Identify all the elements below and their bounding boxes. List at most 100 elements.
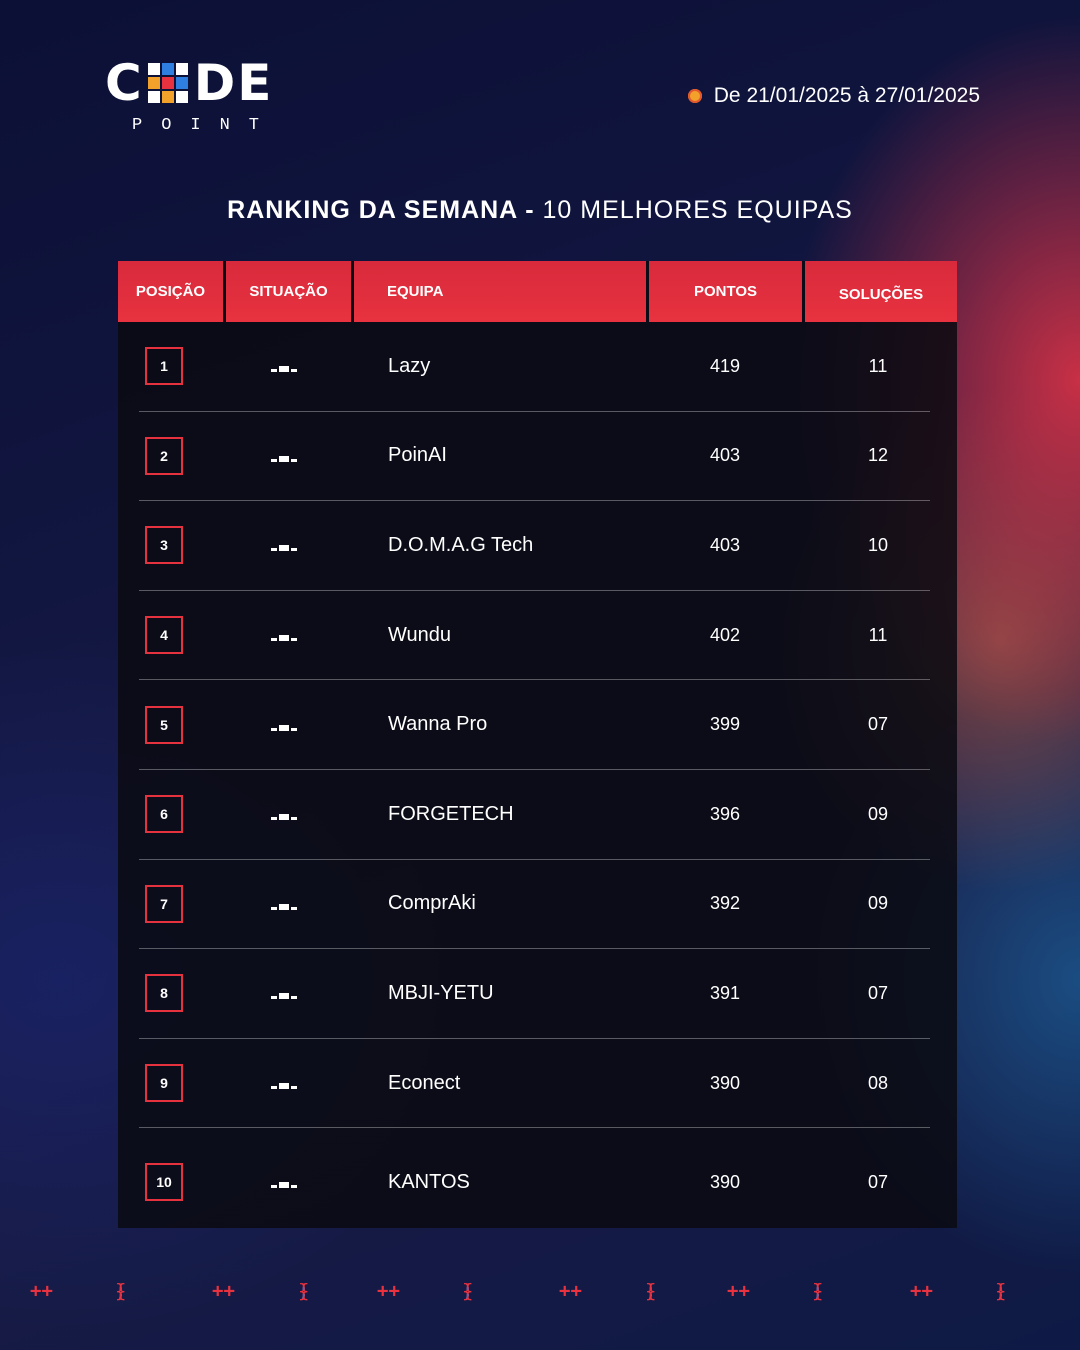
team-points: 392 bbox=[709, 893, 741, 914]
footer-decoration: ++{;} ++{;} ++{;} ++{;} ++{;} ++{;} bbox=[0, 1280, 1080, 1310]
team-solutions: 12 bbox=[867, 445, 889, 466]
logo-pixel bbox=[175, 77, 188, 89]
logo-pixel-grid-icon bbox=[147, 63, 188, 103]
team-name: Wundu bbox=[388, 623, 452, 646]
team-points: 390 bbox=[709, 1171, 741, 1192]
unchanged-icon bbox=[271, 720, 297, 731]
team-name: D.O.M.A.G Tech bbox=[388, 533, 534, 556]
logo-pixel bbox=[147, 91, 160, 103]
team-points: 403 bbox=[709, 445, 741, 466]
unchanged-icon bbox=[271, 988, 297, 1000]
position-badge: 2 bbox=[145, 436, 183, 475]
unchanged-icon bbox=[271, 899, 297, 910]
plus-plus-icon: ++ bbox=[212, 1280, 235, 1302]
table-row: 8 MBJI-YETU 391 07 bbox=[139, 949, 930, 1039]
unchanged-icon bbox=[271, 630, 297, 642]
logo-letters-de: DE bbox=[193, 54, 274, 112]
column-header-team: EQUIPA bbox=[354, 261, 646, 322]
page-title-strong: RANKING DA SEMANA - bbox=[227, 196, 543, 224]
table-row: 2 PoinAI 403 12 bbox=[139, 412, 930, 502]
position-badge: 5 bbox=[145, 705, 183, 744]
brace-close: } bbox=[645, 1280, 657, 1302]
brand-logo: C DE POINT bbox=[105, 58, 285, 138]
plus-plus-icon: ++ bbox=[377, 1280, 400, 1302]
team-solutions: 09 bbox=[867, 893, 889, 914]
page-title: RANKING DA SEMANA - 10 MELHORES EQUIPAS bbox=[0, 196, 1080, 225]
column-header-status: SITUAÇÃO bbox=[226, 261, 351, 322]
team-points: 391 bbox=[709, 982, 741, 1003]
table-row: 5 Wanna Pro 399 07 bbox=[139, 680, 930, 770]
column-header-points: PONTOS bbox=[649, 261, 802, 322]
position-badge: 3 bbox=[145, 526, 183, 565]
team-solutions: 11 bbox=[868, 355, 888, 376]
team-name: Lazy bbox=[388, 354, 431, 377]
position-badge: 10 bbox=[145, 1163, 183, 1202]
unchanged-icon bbox=[271, 540, 297, 552]
page-title-light: 10 MELHORES EQUIPAS bbox=[542, 196, 853, 224]
table-row: 7 ComprAki 392 09 bbox=[139, 860, 930, 950]
team-name: FORGETECH bbox=[388, 802, 514, 825]
brace-close: } bbox=[115, 1280, 127, 1302]
team-solutions: 07 bbox=[867, 1171, 889, 1192]
team-points: 399 bbox=[709, 714, 741, 735]
table-row: 1 Lazy 419 11 bbox=[139, 322, 930, 412]
team-points: 396 bbox=[709, 803, 741, 824]
logo-subtitle: POINT bbox=[132, 116, 279, 135]
date-range: De 21/01/2025 à 27/01/2025 bbox=[687, 84, 980, 108]
logo-wordmark: C DE bbox=[105, 58, 285, 108]
logo-pixel bbox=[161, 91, 174, 103]
team-name: MBJI-YETU bbox=[388, 981, 494, 1004]
logo-pixel bbox=[147, 63, 160, 75]
logo-pixel bbox=[175, 91, 188, 103]
table-body: 1 Lazy 419 11 2 PoinAI 403 12 3 D.O.M.A.G Tech 403… bbox=[139, 322, 930, 1236]
brace-close: } bbox=[995, 1280, 1007, 1302]
team-solutions: 09 bbox=[867, 803, 889, 824]
ranking-table: POSIÇÃO SITUAÇÃO EQUIPA PONTOS SOLUÇÕES … bbox=[118, 261, 957, 1228]
brace-close: } bbox=[462, 1280, 474, 1302]
table-row: 3 D.O.M.A.G Tech 403 10 bbox=[139, 501, 930, 591]
team-points: 402 bbox=[709, 624, 741, 645]
table-row: 4 Wundu 402 11 bbox=[139, 591, 930, 681]
unchanged-icon bbox=[271, 361, 297, 373]
logo-pixel bbox=[161, 63, 174, 75]
position-badge: 4 bbox=[145, 616, 183, 655]
date-range-text: De 21/01/2025 à 27/01/2025 bbox=[713, 84, 980, 107]
team-solutions: 07 bbox=[867, 982, 889, 1003]
logo-pixel bbox=[161, 77, 174, 89]
position-badge: 8 bbox=[145, 974, 183, 1013]
position-badge: 1 bbox=[145, 347, 183, 386]
table-header: POSIÇÃO SITUAÇÃO EQUIPA PONTOS SOLUÇÕES bbox=[118, 261, 957, 322]
column-header-solutions: SOLUÇÕES bbox=[805, 261, 957, 322]
logo-pixel bbox=[147, 77, 160, 89]
team-name: ComprAki bbox=[388, 892, 476, 915]
unchanged-icon bbox=[271, 451, 297, 462]
team-points: 390 bbox=[709, 1072, 741, 1093]
logo-pixel bbox=[175, 63, 188, 75]
team-name: Econect bbox=[388, 1071, 461, 1094]
position-badge: 9 bbox=[145, 1064, 183, 1103]
brace-close: } bbox=[298, 1280, 310, 1302]
column-header-position: POSIÇÃO bbox=[118, 261, 223, 322]
logo-letter-c: C bbox=[105, 54, 144, 112]
brace-close: } bbox=[812, 1280, 824, 1302]
plus-plus-icon: ++ bbox=[559, 1280, 582, 1302]
team-name: Wanna Pro bbox=[388, 713, 488, 736]
unchanged-icon bbox=[271, 1177, 297, 1189]
team-name: PoinAI bbox=[388, 444, 447, 467]
table-row: 10 KANTOS 390 07 bbox=[139, 1128, 930, 1236]
team-points: 419 bbox=[709, 355, 741, 376]
plus-plus-icon: ++ bbox=[30, 1280, 53, 1302]
team-solutions: 08 bbox=[867, 1072, 889, 1093]
table-row: 9 Econect 390 08 bbox=[139, 1039, 930, 1129]
team-solutions: 07 bbox=[867, 714, 889, 735]
unchanged-icon bbox=[271, 1078, 297, 1090]
position-badge: 7 bbox=[145, 884, 183, 923]
team-solutions: 11 bbox=[868, 624, 888, 645]
team-points: 403 bbox=[709, 534, 741, 555]
unchanged-icon bbox=[271, 809, 297, 821]
table-row: 6 FORGETECH 396 09 bbox=[139, 770, 930, 860]
position-badge: 6 bbox=[145, 795, 183, 834]
plus-plus-icon: ++ bbox=[727, 1280, 750, 1302]
plus-plus-icon: ++ bbox=[910, 1280, 933, 1302]
date-dot-icon bbox=[687, 89, 702, 103]
